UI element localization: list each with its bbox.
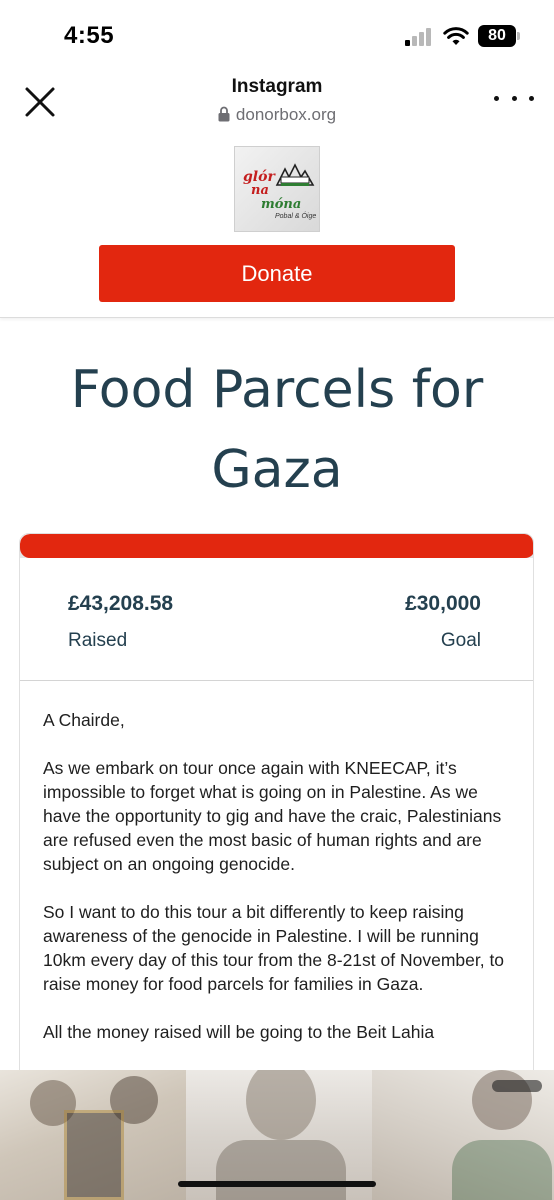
home-indicator[interactable] <box>178 1181 376 1187</box>
logo-art-icon <box>275 163 315 186</box>
donate-button[interactable]: Donate <box>99 245 455 302</box>
logo-text-line2: na <box>251 183 269 198</box>
organization-logo[interactable]: glór na móna Pobal & Óige <box>234 146 320 232</box>
battery-tip <box>517 32 520 40</box>
campaign-card: £43,208.58 Raised £30,000 Goal A Chairde… <box>19 533 534 1093</box>
dot <box>494 95 499 101</box>
divider <box>20 680 533 681</box>
photo-thumbnail[interactable] <box>372 1070 554 1200</box>
description-paragraph: So I want to do this tour a bit differen… <box>43 902 505 994</box>
cellular-signal-icon <box>405 28 435 46</box>
status-bar: 4:55 80 <box>0 0 554 70</box>
donorbox-header: glór na móna Pobal & Óige Donate <box>0 132 554 318</box>
campaign-title: Food Parcels for Gaza <box>70 360 484 500</box>
raised-label: Raised <box>68 630 128 651</box>
logo-subtitle: Pobal & Óige <box>275 213 317 220</box>
url-text: donorbox.org <box>235 105 337 124</box>
goal-amount: £30,000 <box>405 592 481 615</box>
description-paragraph: As we embark on tour once again with KNE… <box>43 758 502 874</box>
photo-thumbnail[interactable] <box>0 1070 186 1200</box>
wifi-icon <box>443 27 469 45</box>
more-horizontal-icon[interactable] <box>494 92 534 104</box>
lock-icon <box>218 106 230 122</box>
description-paragraph: All the money raised will be going to th… <box>43 1022 435 1042</box>
goal-label: Goal <box>440 630 481 651</box>
description-paragraph: A Chairde, <box>43 710 125 730</box>
dot <box>529 95 534 101</box>
progress-bar <box>20 534 533 558</box>
progress-fill <box>20 534 533 558</box>
campaign-description: A Chairde, As we embark on tour once aga… <box>43 708 513 1068</box>
status-time: 4:55 <box>64 22 115 49</box>
browser-title: Instagram <box>231 76 323 97</box>
battery-icon: 80 <box>478 25 516 47</box>
browser-url[interactable]: donorbox.org <box>0 104 554 125</box>
raised-amount: £43,208.58 <box>68 592 174 615</box>
dot <box>511 95 517 101</box>
logo-text-line3: móna <box>261 197 302 212</box>
in-app-browser-header: Instagram donorbox.org <box>0 70 554 132</box>
